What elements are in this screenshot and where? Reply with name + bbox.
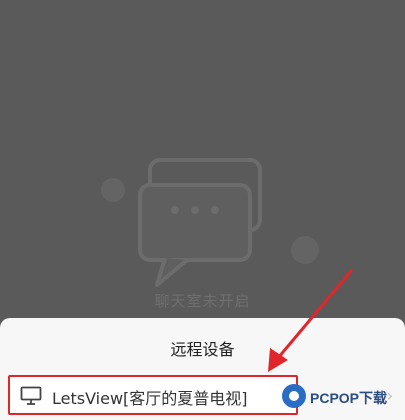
- screen: 聊天室未开启 远程设备 LetsView[客厅的夏普电视] › PCPOP下载: [0, 0, 405, 420]
- pcpop-logo-icon: [282, 384, 306, 408]
- sheet-title: 远程设备: [170, 340, 235, 359]
- watermark-logo: PCPOP下载: [280, 378, 405, 420]
- watermark-text: PCPOP下载: [310, 390, 388, 406]
- device-list-item[interactable]: LetsView[客厅的夏普电视]: [8, 375, 298, 415]
- monitor-icon: [20, 386, 42, 405]
- chat-disabled-label: 聊天室未开启: [154, 292, 251, 310]
- device-name: LetsView[客厅的夏普电视]: [52, 389, 248, 408]
